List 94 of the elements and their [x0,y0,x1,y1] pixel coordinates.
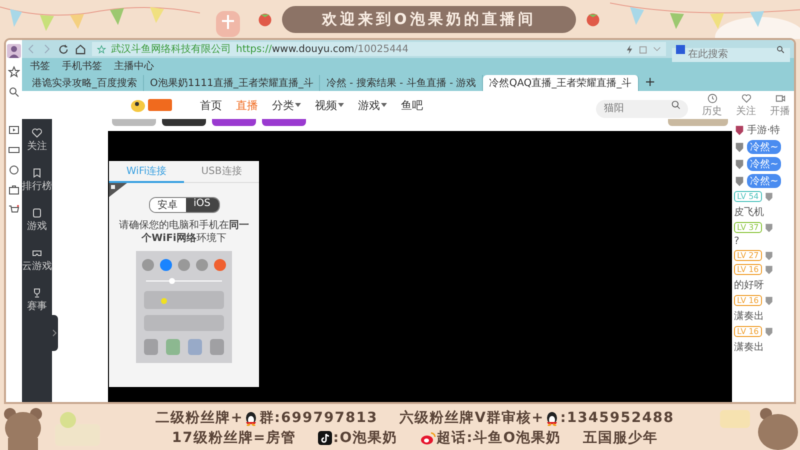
url-text: https://www.douyu.com/10025444 [236,44,409,54]
stream-title: 欢迎来到O泡果奶的直播间 [282,6,576,32]
lightning-icon[interactable] [625,44,634,54]
search-icon[interactable] [776,45,785,54]
star-icon[interactable] [8,66,20,78]
header-action[interactable]: 关注 [736,92,756,118]
sidebar-item[interactable]: 关注 [27,127,47,153]
platform-option[interactable]: 安卓 [150,198,186,212]
video-player[interactable]: WiFi连接 USB连接 安卓 iOS 请确保您的电脑和手机在同一个WiFi网络环境下 [108,131,732,402]
level-badge: LV 54 [734,191,762,202]
thumbnail[interactable] [112,119,156,126]
footer-text: 五国服少年 [583,429,658,447]
rank-badge-icon [734,142,745,152]
chat-message: 潇奏出 [734,340,765,354]
rank-badge-icon [764,296,774,306]
music-note-icon [318,431,332,445]
engine-icon[interactable] [676,44,685,54]
level-badge: LV 37 [734,222,762,233]
bookmark-link[interactable]: 书签 [30,58,50,72]
rank-badge-icon [764,192,774,202]
chat-message: 皮飞机 [734,206,765,219]
penguin-icon [244,410,258,426]
fan-badge: 冷然~ [747,140,782,154]
heart-icon [31,127,43,139]
fish-logo-icon[interactable] [130,96,174,114]
bookmark-icon [31,167,43,179]
browser-tab[interactable]: O泡果奶1111直播_王者荣耀直播_斗 [144,75,320,91]
star-icon[interactable] [97,44,106,54]
address-bar[interactable]: 武汉斗鱼网络科技有限公司 https://www.douyu.com/10025444 [92,42,666,56]
rank-badge-icon [764,222,774,232]
home-icon[interactable] [75,44,86,54]
trophy-icon [31,287,43,299]
nav-link[interactable]: 分类 [272,98,301,112]
search-field[interactable]: 在此搜索 [672,48,790,62]
footer-text: 17级粉丝牌=房管 [172,429,296,447]
thumbnail[interactable] [668,119,728,126]
fan-badge: 冷然~ [747,174,782,188]
footer-text: 超话:斗鱼O泡果奶 [436,429,562,447]
search-icon[interactable] [671,100,681,110]
nav-link[interactable]: 首页 [200,98,222,112]
platform-option[interactable]: iOS [186,198,218,212]
bookmark-link[interactable]: 主播中心 [114,58,154,72]
nav-link[interactable]: 鱼吧 [401,98,423,112]
search-icon[interactable] [8,86,20,98]
rank-badge-icon [764,250,774,260]
footer-text: 六级粉丝牌V群审核+ [400,409,544,427]
thumbnail[interactable] [162,119,206,126]
chat-message: 的好呀 [734,279,765,292]
chat-text: 手游·特 [747,124,780,137]
sidebar-item[interactable]: 赛事 [27,287,47,313]
footer-text: :O泡果奶 [333,429,398,447]
briefcase-icon[interactable] [8,184,20,196]
new-tab-button[interactable]: + [638,75,662,91]
video-icon[interactable] [8,124,20,136]
browser-tab[interactable]: 港诡实录攻略_百度搜索 [26,75,144,91]
rank-badge-icon [734,124,745,136]
heart-icon [740,92,752,104]
footer-text: 群:699797813 [259,409,378,427]
rank-badge-icon [764,264,774,274]
chat-message: ? [734,236,740,247]
level-badge: LV 16 [734,326,762,337]
chat-message: 潇奏出 [734,310,765,323]
clock-icon [706,92,718,104]
collapse-handle[interactable] [50,315,58,351]
footer-text: 二级粉丝牌+ [156,409,244,427]
thumbnail[interactable] [212,119,256,126]
instruction-text: 请确保您的电脑和手机在同一个WiFi网络环境下 [118,219,250,245]
rank-badge-icon [734,176,745,186]
browser-tab[interactable]: 冷然QAQ直播_王者荣耀直播_斗 [483,75,639,91]
level-badge: LV 27 [734,250,762,261]
chevron-icon [52,329,56,337]
reload-icon[interactable] [58,44,69,54]
sidebar-item[interactable]: 排行榜 [22,167,52,193]
sidebar-item[interactable]: 游戏 [27,207,47,233]
rank-badge-icon [764,326,774,336]
header-action[interactable]: 开播 [770,92,790,118]
bookmark-link[interactable]: 手机书签 [62,58,102,72]
rank-badge-icon [734,158,745,170]
nav-link[interactable]: 视频 [315,98,344,112]
thumbnail[interactable] [262,119,306,126]
camera-icon [774,92,786,104]
footer-text: :1345952488 [560,410,674,426]
level-badge: LV 16 [734,295,762,306]
level-badge: LV 16 [734,264,762,275]
qr-code-icon [109,183,127,197]
fan-badge: 冷然~ [747,157,782,171]
site-identity: 武汉斗鱼网络科技有限公司 [111,42,231,56]
header-action[interactable]: 历史 [702,92,722,118]
sidebar-item[interactable]: 云游戏 [22,247,52,273]
eye-logo-icon [420,431,436,445]
avatar-icon[interactable] [7,44,21,58]
search-field[interactable]: 猫阳 [596,100,688,118]
penguin-icon [545,410,560,426]
nav-link[interactable]: 游戏 [358,98,387,112]
